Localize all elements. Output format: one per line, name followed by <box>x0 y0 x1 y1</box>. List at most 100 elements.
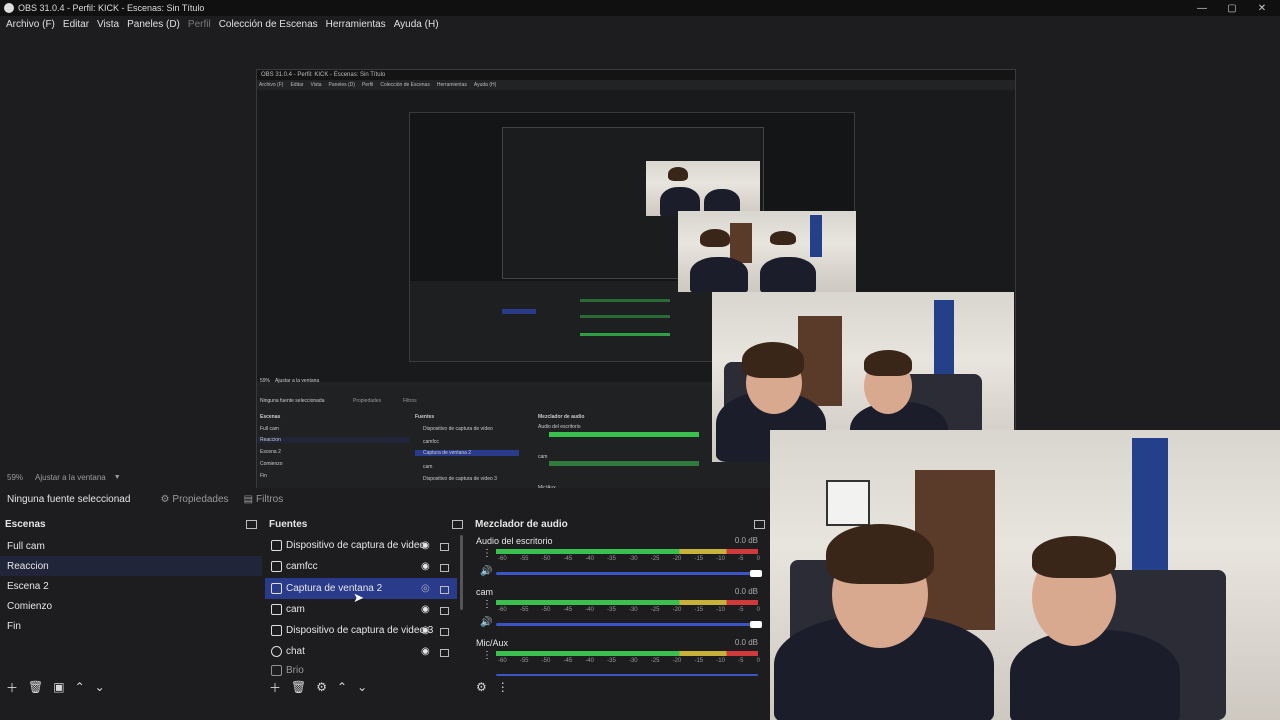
scenes-dock: Escenas Full cam Reaccion Escena 2 Comie… <box>0 516 262 696</box>
lock-icon[interactable] <box>440 649 449 657</box>
menu-ayuda[interactable]: Ayuda (H) <box>394 19 439 30</box>
lock-icon[interactable] <box>440 607 449 615</box>
chevron-down-icon[interactable]: ▼ <box>114 474 121 481</box>
eye-icon[interactable]: ◉ <box>421 604 430 615</box>
source-item[interactable]: camfcc ◉ <box>265 556 457 577</box>
scale-tick: -35 <box>607 658 616 664</box>
camera-feed-main <box>770 430 1280 720</box>
close-button[interactable]: ✕ <box>1246 0 1278 16</box>
nested-mixer-header: Mezclador de audio <box>538 414 585 420</box>
channel-db: 0.0 dB <box>734 587 758 596</box>
menu-vista[interactable]: Vista <box>97 19 119 30</box>
preview-canvas[interactable]: OBS 31.0.4 - Perfil: KICK - Escenas: Sin… <box>0 32 1280 497</box>
volume-slider[interactable] <box>496 621 762 628</box>
kebab-menu-icon[interactable]: ⋮ <box>497 680 509 694</box>
menu-bar: Archivo (F) Editar Vista Paneles (D) Per… <box>0 16 1280 32</box>
source-item[interactable]: Dispositivo de captura de video 3 ◉ <box>265 620 457 641</box>
speaker-icon[interactable]: 🔊 <box>480 566 492 577</box>
scale-tick: -60 <box>498 607 507 613</box>
kebab-menu-icon[interactable]: ⋮ <box>482 650 492 661</box>
undock-icon[interactable] <box>246 519 257 529</box>
source-properties-icon[interactable]: ⚙ <box>316 680 327 694</box>
minimize-button[interactable]: — <box>1186 0 1218 16</box>
camera-feed-thumbnail <box>678 211 856 292</box>
meter-level <box>496 549 758 554</box>
scale-tick: -20 <box>672 658 682 664</box>
source-item[interactable]: Dispositivo de captura de video ◉ <box>265 535 457 556</box>
filters-button[interactable]: ▤ Filtros <box>244 494 284 505</box>
maximize-button[interactable]: ▢ <box>1216 0 1248 16</box>
volume-knob[interactable] <box>750 570 762 577</box>
move-up-icon[interactable]: ⌃ <box>337 680 347 694</box>
speaker-icon[interactable]: 🔊 <box>480 617 492 628</box>
fit-to-window-dropdown[interactable]: Ajustar a la ventana <box>35 473 106 482</box>
menu-coleccion-escenas[interactable]: Colección de Escenas <box>219 19 318 30</box>
remove-scene-icon[interactable]: 🗑 <box>28 680 43 694</box>
volume-slider[interactable] <box>496 570 762 577</box>
mixer-toolbar: ⚙ ⋮ <box>476 680 519 694</box>
camera-icon <box>271 625 282 636</box>
scene-item-selected[interactable]: Reaccion <box>0 556 262 576</box>
eye-icon[interactable]: ◉ <box>421 646 430 657</box>
nested-scene: Full cam <box>260 426 279 432</box>
scene-item[interactable]: Full cam <box>0 536 262 556</box>
eye-hidden-icon[interactable]: ◎ <box>421 583 430 594</box>
scale-tick: 0 <box>756 658 760 664</box>
move-down-icon[interactable]: ⌄ <box>95 680 105 694</box>
obs-logo-icon <box>4 3 14 13</box>
scene-filters-icon[interactable]: ▣ <box>53 680 64 694</box>
menu-perfil[interactable]: Perfil <box>188 19 211 30</box>
source-item[interactable]: Brio <box>265 664 457 676</box>
scale-tick: -20 <box>672 556 682 562</box>
lock-icon[interactable] <box>440 564 449 572</box>
properties-button[interactable]: ⚙ Propiedades <box>160 494 228 505</box>
scale-tick: -45 <box>563 658 573 664</box>
scene-item[interactable]: Fin <box>0 616 262 636</box>
scene-item[interactable]: Comienzo <box>0 596 262 616</box>
sources-toolbar: ＋ 🗑 ⚙ ⌃ ⌄ <box>269 679 377 696</box>
menu-herramientas[interactable]: Herramientas <box>326 19 386 30</box>
sources-scrollbar[interactable] <box>460 535 463 610</box>
menu-editar[interactable]: Editar <box>63 19 89 30</box>
undock-icon[interactable] <box>452 519 463 529</box>
nested-source: Captura de ventana 2 <box>415 450 519 456</box>
scene-item[interactable]: Escena 2 <box>0 576 262 596</box>
move-down-icon[interactable]: ⌄ <box>357 680 367 694</box>
scenes-dock-header: Escenas <box>0 516 262 532</box>
scale-tick: -40 <box>585 658 594 664</box>
mixer-channel: Mic/Aux 0.0 dB ⋮ -60 -55 -50 -45 -40 -35 -30 -2… <box>476 638 762 688</box>
menu-archivo[interactable]: Archivo (F) <box>6 19 55 30</box>
nested-menu-item: Vista <box>310 81 322 88</box>
volume-knob[interactable] <box>750 621 762 628</box>
eye-icon[interactable]: ◉ <box>421 561 430 572</box>
window-icon <box>271 583 282 594</box>
lock-icon[interactable] <box>440 628 449 636</box>
nested-menu-item: Perfil <box>361 81 374 88</box>
scale-tick: -55 <box>519 658 529 664</box>
kebab-menu-icon[interactable]: ⋮ <box>482 599 492 610</box>
add-scene-icon[interactable]: ＋ <box>6 679 18 696</box>
source-item[interactable]: chat ◉ <box>265 641 457 662</box>
nested-source: Dispositivo de captura de vídeo <box>423 426 493 432</box>
lock-icon[interactable] <box>440 586 449 594</box>
eye-icon[interactable]: ◉ <box>421 540 430 551</box>
remove-source-icon[interactable]: 🗑 <box>291 680 306 694</box>
menu-paneles[interactable]: Paneles (D) <box>127 19 180 30</box>
scale-tick: -45 <box>563 607 573 613</box>
scale-tick: -5 <box>738 607 744 613</box>
lock-icon[interactable] <box>440 543 449 551</box>
kebab-menu-icon[interactable]: ⋮ <box>482 548 492 559</box>
volume-slider[interactable] <box>496 674 758 676</box>
advanced-audio-icon[interactable]: ⚙ <box>476 680 487 694</box>
undock-icon[interactable] <box>754 519 765 529</box>
title-bar: OBS 31.0.4 - Perfil: KICK - Escenas: Sin… <box>0 0 1280 16</box>
add-source-icon[interactable]: ＋ <box>269 679 281 696</box>
move-up-icon[interactable]: ⌃ <box>75 680 85 694</box>
scale-tick: -25 <box>650 607 660 613</box>
eye-icon[interactable]: ◉ <box>421 625 430 636</box>
source-label: Captura de ventana 2 <box>286 583 383 594</box>
camera-icon <box>271 540 282 551</box>
meter-level <box>496 600 758 605</box>
scale-tick: -40 <box>585 607 594 613</box>
nested-menu-item: Colección de Escenas <box>380 81 430 88</box>
